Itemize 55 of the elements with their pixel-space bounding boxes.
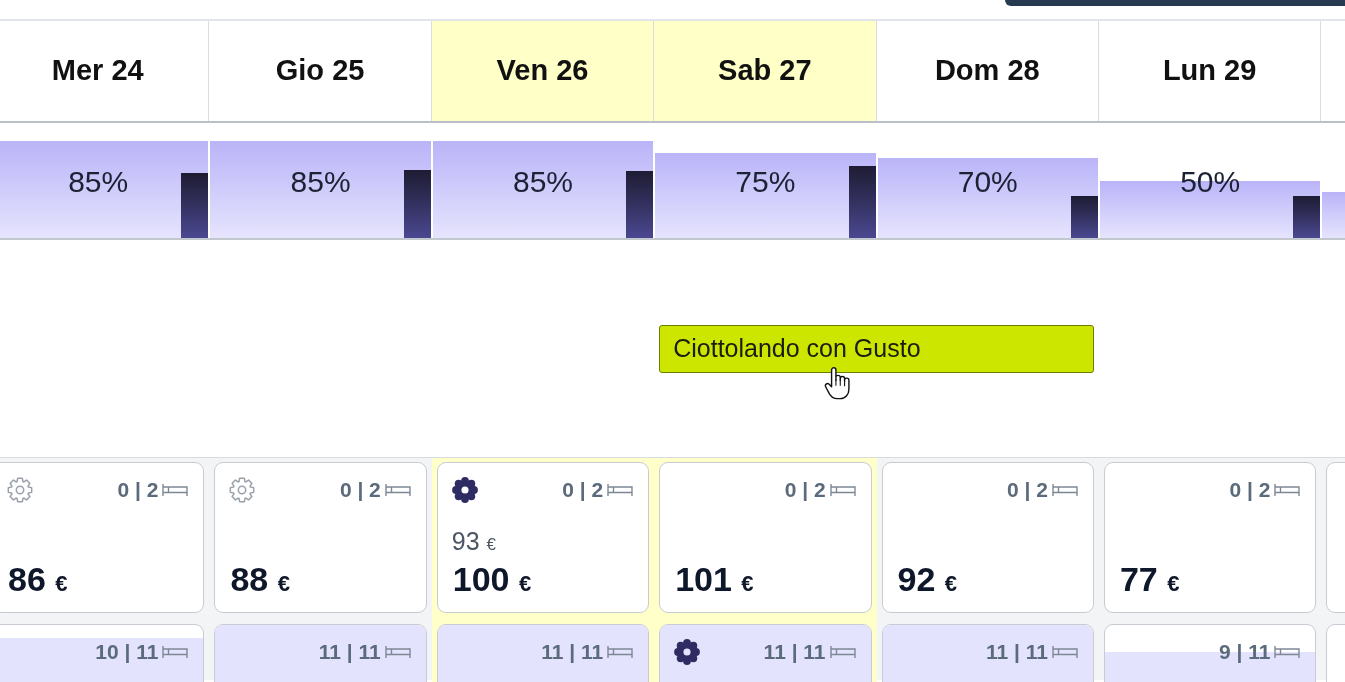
occupancy-percent: 85% xyxy=(290,164,351,200)
rate-card[interactable]: 11 | 11 xyxy=(436,624,650,682)
availability-count: 0 | 2 xyxy=(784,477,826,504)
occupancy-percent: 85% xyxy=(512,164,573,200)
bed-icon xyxy=(1051,483,1078,497)
rate-card[interactable]: 0 | 2 77 € xyxy=(1103,462,1317,613)
bed-icon xyxy=(607,483,634,497)
availability-count: 0 | 2 xyxy=(117,477,159,504)
bed-icon xyxy=(1274,645,1301,659)
day-header: Sab 27 xyxy=(654,21,877,121)
bed-icon xyxy=(829,483,856,497)
rate-card[interactable]: 0 | 2 86 € xyxy=(0,462,205,613)
price: 100 € xyxy=(451,560,532,600)
event-bar[interactable]: Ciottolando con Gusto xyxy=(659,325,1094,373)
availability-count: 0 | 2 xyxy=(1229,477,1271,504)
availability-count: 10 | 11 xyxy=(95,639,159,666)
availability-count: 11 | 11 xyxy=(541,639,604,666)
rate-card[interactable]: 11 | 11 xyxy=(214,624,427,682)
occupancy-percent: 70% xyxy=(957,164,1018,200)
bed-icon xyxy=(384,483,411,497)
bed-icon xyxy=(1051,645,1078,659)
bed-icon xyxy=(384,645,411,659)
occupancy-percent: 85% xyxy=(68,164,129,200)
availability-count: 0 | 2 xyxy=(1007,477,1048,504)
bed-icon xyxy=(162,483,189,497)
price: 77 € xyxy=(1118,560,1180,600)
availability-count: 0 | 2 xyxy=(339,477,381,504)
availability-count: 11 | 11 xyxy=(318,639,381,666)
bed-icon xyxy=(162,645,189,659)
day-header: Ven 26 xyxy=(431,21,655,121)
rate-card[interactable]: 9 | 11 xyxy=(1103,624,1317,682)
availability-count: 9 | 11 xyxy=(1218,639,1271,666)
bed-icon xyxy=(1274,483,1301,497)
settings-icon[interactable] xyxy=(451,477,478,503)
rate-card[interactable]: 0 | 2 101 € xyxy=(659,462,872,613)
rate-card[interactable]: 0 | 2 92 € xyxy=(881,462,1094,613)
rate-card[interactable]: 10 | 11 xyxy=(0,624,205,682)
rate-card[interactable]: 0 | 2 93 € 100 € xyxy=(436,462,650,613)
rate-card[interactable]: 0 | 2 88 € xyxy=(214,462,427,613)
availability-count: 0 | 2 xyxy=(562,477,604,504)
rate-card[interactable]: 11 | 11 xyxy=(881,624,1094,682)
hand-cursor-icon xyxy=(824,366,850,401)
price: 101 € xyxy=(674,560,754,600)
price: 92 € xyxy=(896,560,958,600)
availability-count: 11 | 11 xyxy=(763,639,826,666)
price: 88 € xyxy=(229,560,290,600)
occupancy-percent: 50% xyxy=(1180,164,1241,200)
rate-card[interactable]: 11 | 11 xyxy=(659,624,872,682)
bed-icon xyxy=(607,645,634,659)
bed-icon xyxy=(829,645,856,659)
occupancy-percent: 75% xyxy=(735,164,796,200)
settings-icon[interactable] xyxy=(674,639,701,665)
previous-price: 93 € xyxy=(451,526,496,557)
availability-count: 11 | 11 xyxy=(986,639,1048,666)
price: 86 € xyxy=(7,560,68,600)
